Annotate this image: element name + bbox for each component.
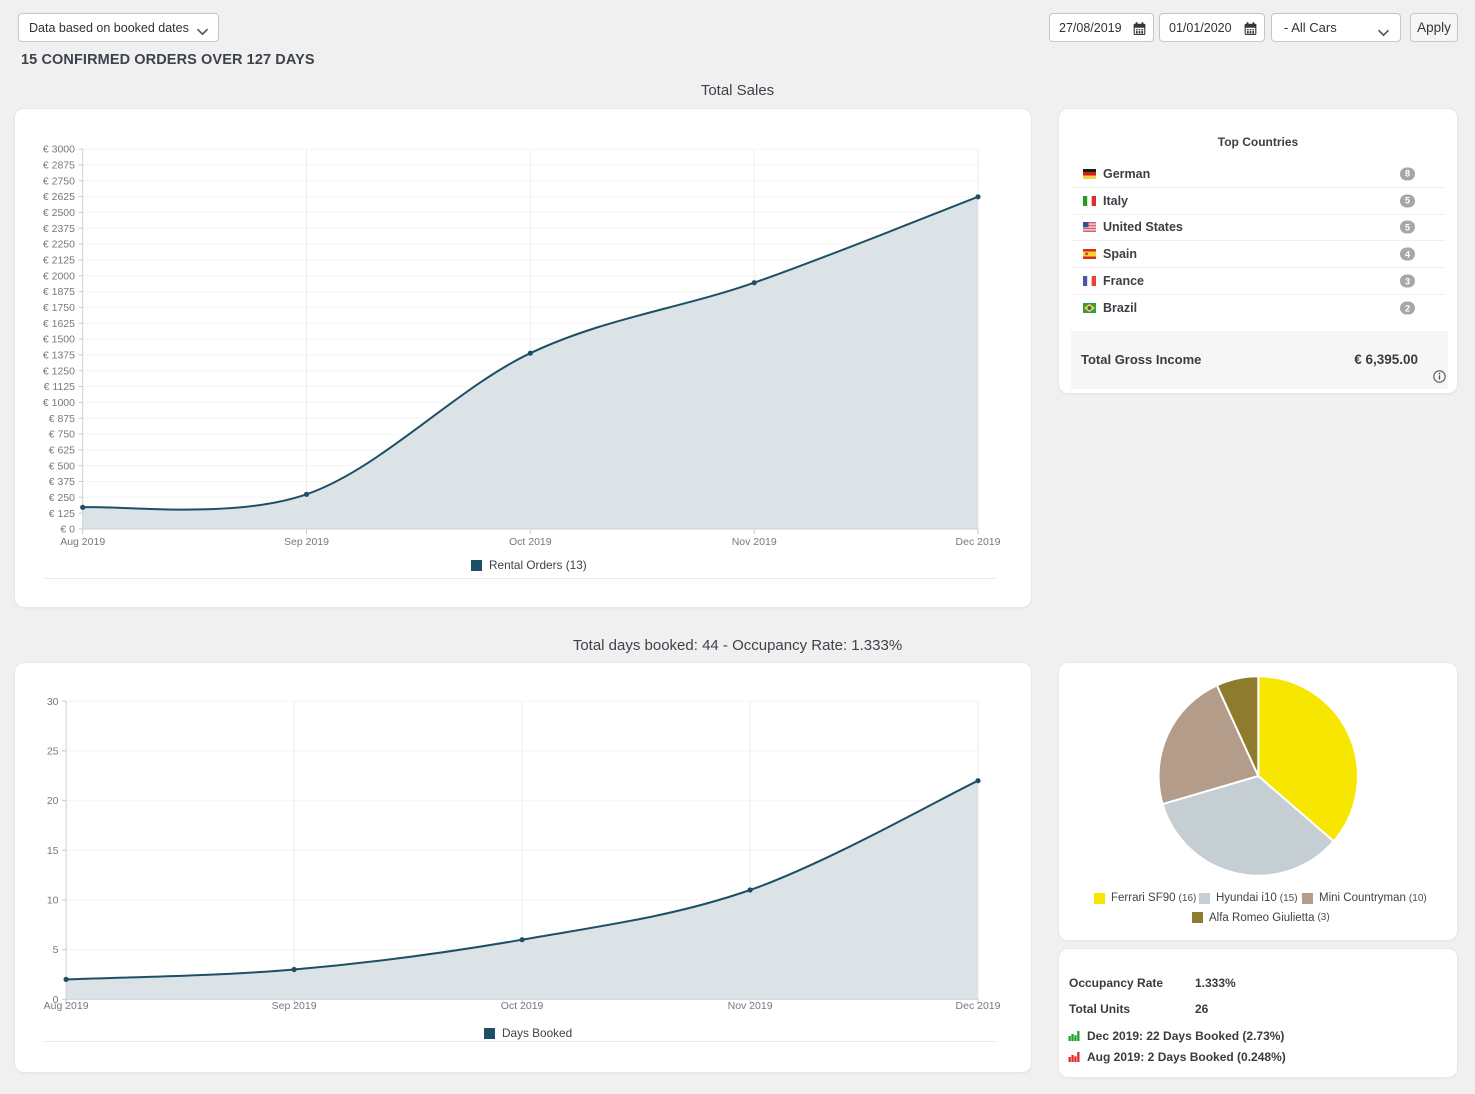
svg-text:Nov 2019: Nov 2019 [732, 536, 777, 548]
svg-text:€ 250: € 250 [49, 492, 75, 504]
svg-text:€ 750: € 750 [49, 429, 75, 441]
svg-text:€ 1625: € 1625 [43, 318, 75, 330]
svg-text:Aug 2019: Aug 2019 [44, 1000, 89, 1012]
svg-text:Oct 2019: Oct 2019 [509, 536, 552, 548]
svg-text:€ 0: € 0 [60, 524, 75, 536]
svg-text:€ 1875: € 1875 [43, 286, 75, 298]
svg-text:Sep 2019: Sep 2019 [272, 1000, 317, 1012]
svg-text:€ 625: € 625 [49, 445, 75, 457]
svg-text:20: 20 [47, 795, 59, 807]
svg-text:€ 2875: € 2875 [43, 160, 75, 172]
svg-text:Nov 2019: Nov 2019 [728, 1000, 773, 1012]
svg-text:15: 15 [47, 845, 59, 857]
svg-text:Oct 2019: Oct 2019 [501, 1000, 544, 1012]
svg-text:€ 2750: € 2750 [43, 175, 75, 187]
svg-text:€ 1750: € 1750 [43, 302, 75, 314]
svg-text:€ 1250: € 1250 [43, 365, 75, 377]
svg-text:30: 30 [47, 696, 59, 708]
svg-text:€ 2250: € 2250 [43, 239, 75, 251]
svg-text:Dec 2019: Dec 2019 [956, 536, 1001, 548]
svg-text:€ 3000: € 3000 [43, 144, 75, 156]
svg-text:€ 2125: € 2125 [43, 255, 75, 267]
svg-text:€ 1000: € 1000 [43, 397, 75, 409]
svg-text:10: 10 [47, 895, 59, 907]
svg-text:€ 500: € 500 [49, 460, 75, 472]
svg-text:€ 125: € 125 [49, 508, 75, 520]
svg-text:Sep 2019: Sep 2019 [284, 536, 329, 548]
svg-text:€ 1375: € 1375 [43, 350, 75, 362]
svg-text:€ 1125: € 1125 [44, 381, 75, 393]
svg-text:€ 375: € 375 [49, 476, 75, 488]
svg-text:€ 1500: € 1500 [43, 334, 75, 346]
svg-text:Aug 2019: Aug 2019 [60, 536, 105, 548]
svg-text:€ 875: € 875 [49, 413, 75, 425]
svg-text:€ 2375: € 2375 [43, 223, 75, 235]
svg-text:€ 2000: € 2000 [43, 270, 75, 282]
svg-text:5: 5 [53, 944, 59, 956]
svg-text:€ 2625: € 2625 [43, 191, 75, 203]
svg-text:25: 25 [47, 746, 59, 758]
svg-text:€ 2500: € 2500 [43, 207, 75, 219]
svg-text:Dec 2019: Dec 2019 [956, 1000, 1001, 1012]
